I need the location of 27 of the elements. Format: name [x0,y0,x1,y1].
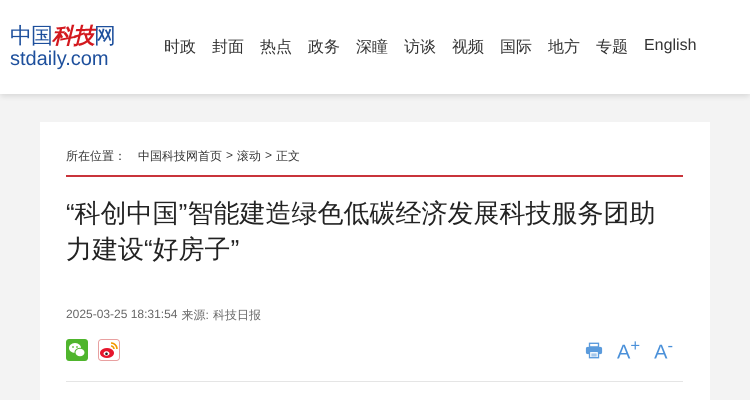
logo-domain: stdaily.com [10,49,110,69]
nav-link[interactable]: 热点 [260,36,292,58]
nav-link[interactable]: 访谈 [404,36,436,58]
breadcrumb-separator: > [226,148,234,164]
weibo-share-icon[interactable] [98,339,120,362]
breadcrumb-link[interactable]: 正文 [276,148,300,165]
wechat-share-icon[interactable] [66,339,88,362]
breadcrumb-label: 所在位置： [66,148,126,165]
nav-link[interactable]: 深瞳 [356,36,388,58]
nav-link[interactable]: 国际 [500,36,532,58]
nav-link[interactable]: 专题 [596,36,628,58]
logo-text: 中国科技网 [10,25,116,48]
breadcrumb-link[interactable]: 滚动 [237,148,262,165]
source-label: 来源: [181,307,209,324]
nav-link[interactable]: 封面 [212,36,244,58]
site-logo[interactable]: 中国科技网 stdaily.com [10,25,150,69]
nav-link[interactable]: 时政 [164,36,196,58]
nav-link[interactable]: 政务 [308,36,340,58]
breadcrumb-separator: > [265,148,272,164]
print-icon[interactable] [585,342,604,359]
nav-link[interactable]: 地方 [548,36,580,58]
breadcrumb-link[interactable]: 中国科技网首页 [138,148,222,165]
nav-link[interactable]: 视频 [452,36,484,58]
nav-link[interactable]: English [644,36,696,58]
source-name: 科技日报 [212,307,261,324]
article-title: “科创中国”智能建造绿色低碳经济发展科技服务团助力建设“好房子” [66,197,656,266]
publish-time: 2025-03-25 18:31:54 [66,307,178,323]
